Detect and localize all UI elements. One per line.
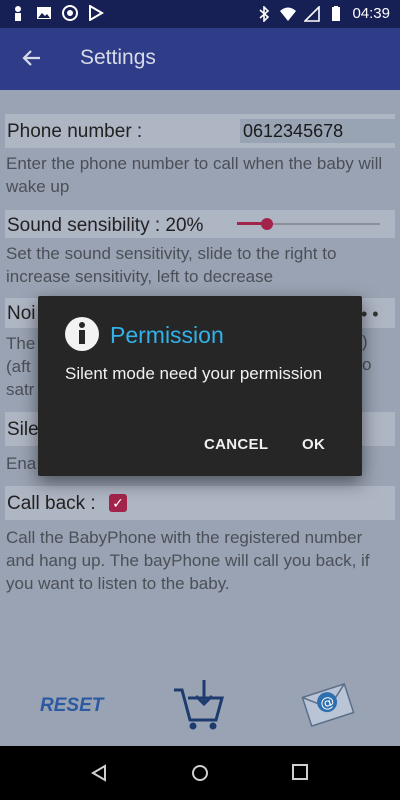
sound-slider-thumb[interactable] [261,218,273,230]
dialog-message: Silent mode need your permission [65,364,323,383]
back-arrow-icon[interactable] [20,46,44,70]
callback-row: Call back : ✓ [5,486,395,520]
navigation-bar [0,746,400,800]
overflow-dots-icon[interactable]: • • [361,304,379,325]
person-icon [15,6,21,21]
callback-checkbox[interactable]: ✓ [109,494,127,512]
phone-number-input[interactable]: 0612345678 [240,119,395,143]
nav-home-icon[interactable] [191,764,209,782]
status-time: 04:39 [352,5,390,22]
wifi-icon [280,7,297,21]
info-icon [65,317,99,351]
page-title: Settings [80,46,156,69]
noise-desc-right1: ) [362,332,368,351]
nav-recents-icon[interactable] [292,764,308,780]
app-bar: Settings [0,28,400,90]
permission-dialog: Permission Silent mode need your permiss… [38,296,362,476]
sound-label: Sound sensibility : 20% [7,215,204,236]
phone-label: Phone number : [7,121,143,142]
callback-description: Call the BabyPhone with the registered n… [6,528,370,593]
cancel-button[interactable]: CANCEL [204,436,268,453]
silent-label: Sile [7,419,39,440]
email-icon[interactable]: @ [300,680,356,730]
play-store-icon [89,5,104,21]
phone-description: Enter the phone number to call when the … [6,154,383,196]
signal-icon [304,6,321,22]
globe-icon [62,5,78,21]
sound-description: Set the sound sensitivity, slide to the … [6,244,337,286]
status-bar: 04:39 [0,0,400,28]
nav-back-icon[interactable] [90,764,108,782]
bluetooth-icon [259,6,270,22]
ok-button[interactable]: OK [302,436,325,453]
reset-button[interactable]: RESET [40,695,103,717]
image-icon [37,7,51,19]
cart-download-icon[interactable] [170,676,226,732]
sound-row: Sound sensibility : 20% [5,210,395,238]
phone-row: Phone number : 0612345678 [5,114,395,148]
noise-desc-right2: o [362,355,372,374]
battery-icon [332,6,341,21]
dialog-title: Permission [110,322,224,348]
callback-label: Call back : [7,493,96,514]
noise-label: Noi [7,303,36,324]
